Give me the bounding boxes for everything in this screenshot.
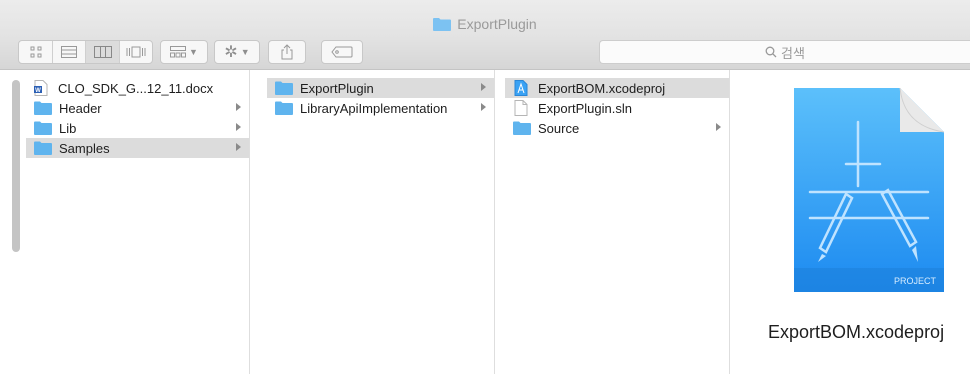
list-item-label: CLO_SDK_G...12_11.docx <box>58 80 214 96</box>
list-item[interactable]: W CLO_SDK_G...12_11.docx <box>26 78 249 98</box>
list-item[interactable]: Lib <box>26 118 249 138</box>
disclosure-arrow-icon <box>236 143 241 151</box>
list-view-icon <box>61 46 77 58</box>
xcode-project-icon: PROJECT <box>794 87 945 292</box>
list-item-selected[interactable]: ExportPlugin <box>267 78 494 98</box>
disclosure-arrow-icon <box>716 123 721 131</box>
list-item[interactable]: LibraryApiImplementation <box>267 98 494 118</box>
column-1: W CLO_SDK_G...12_11.docx Header Lib Samp… <box>26 70 250 374</box>
list-item-label: Samples <box>59 140 110 156</box>
list-item[interactable]: Source <box>505 118 729 138</box>
search-placeholder: 검색 <box>781 45 805 61</box>
folder-icon <box>34 141 52 155</box>
search-icon <box>765 46 777 58</box>
list-item-selected[interactable]: Samples <box>26 138 249 158</box>
document-icon <box>514 100 528 116</box>
gear-icon: ✲ <box>224 44 238 61</box>
list-item-label: ExportBOM.xcodeproj <box>538 80 666 96</box>
view-mode-control <box>18 40 153 64</box>
search-field[interactable]: 검색 <box>599 40 970 64</box>
list-item-selected[interactable]: ExportBOM.xcodeproj <box>505 78 729 98</box>
action-button[interactable]: ✲ ▼ <box>214 40 260 64</box>
folder-icon <box>433 18 452 31</box>
xcode-project-icon <box>514 80 528 96</box>
toolbar: ▼ ✲ ▼ 검색 <box>0 36 970 70</box>
column-view-icon <box>93 46 112 58</box>
list-item-label: Source <box>538 120 580 136</box>
preview-file-name: ExportBOM.xcodeproj <box>768 322 945 342</box>
arrange-icon <box>170 46 187 58</box>
folder-icon <box>275 101 293 115</box>
column-2: ExportPlugin LibraryApiImplementation <box>267 70 495 374</box>
chevron-down-icon: ▼ <box>189 47 198 57</box>
list-view-button[interactable] <box>53 41 86 63</box>
disclosure-arrow-icon <box>481 83 486 91</box>
icon-view-icon <box>30 46 41 58</box>
project-icon-label: PROJECT <box>894 276 937 286</box>
list-item-label: ExportPlugin <box>300 80 374 96</box>
word-document-icon: W <box>34 80 48 96</box>
column-3: ExportBOM.xcodeproj ExportPlugin.sln Sou… <box>505 70 730 374</box>
icon-view-button[interactable] <box>19 41 53 63</box>
share-button[interactable] <box>268 40 306 64</box>
cover-flow-view-button[interactable] <box>120 41 152 63</box>
title-bar: ExportPlugin <box>0 0 970 36</box>
disclosure-arrow-icon <box>481 103 486 111</box>
folder-icon <box>34 121 52 135</box>
disclosure-arrow-icon <box>236 103 241 111</box>
column-view-button[interactable] <box>86 41 120 63</box>
cover-flow-icon <box>126 46 146 58</box>
share-icon <box>281 44 293 60</box>
tag-icon <box>331 46 353 58</box>
list-item-label: LibraryApiImplementation <box>300 100 448 116</box>
window-title-text: ExportPlugin <box>457 16 537 32</box>
list-item[interactable]: Header <box>26 98 249 118</box>
tag-button[interactable] <box>321 40 363 64</box>
arrange-button[interactable]: ▼ <box>160 40 208 64</box>
scrollbar-thumb[interactable] <box>12 80 20 252</box>
chevron-down-icon: ▼ <box>240 47 250 57</box>
folder-icon <box>34 101 52 115</box>
list-item-label: ExportPlugin.sln <box>538 100 632 116</box>
folder-icon <box>275 81 293 95</box>
list-item-label: Lib <box>59 120 77 136</box>
list-item[interactable]: ExportPlugin.sln <box>505 98 729 118</box>
disclosure-arrow-icon <box>236 123 241 131</box>
folder-icon <box>513 121 531 135</box>
list-item-label: Header <box>59 100 102 116</box>
svg-text:W: W <box>35 88 41 94</box>
window-title: ExportPlugin <box>433 16 537 32</box>
